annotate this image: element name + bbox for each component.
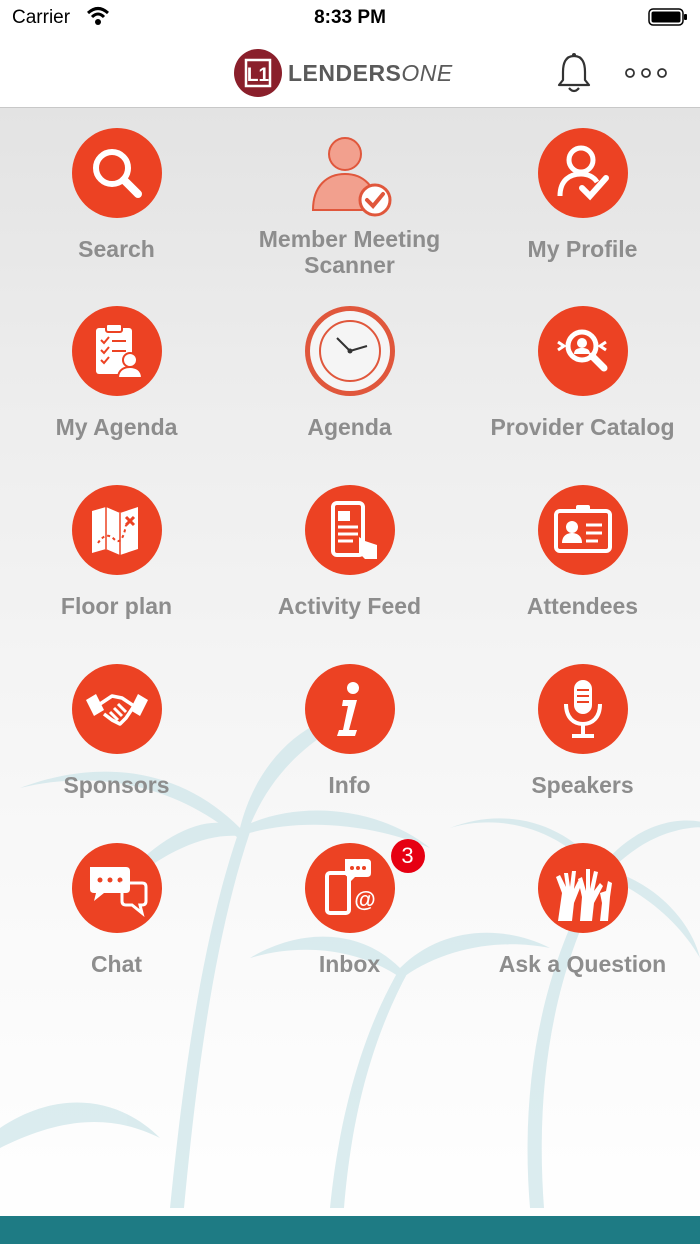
handshake-icon	[85, 694, 148, 726]
clipboard-icon	[95, 323, 143, 379]
magnifier-icon	[92, 149, 142, 198]
lendersone-logo: L1 LENDERSONE	[234, 48, 453, 98]
tile-label: Ask a Question	[498, 951, 667, 977]
tile-member-meeting-scanner[interactable]: Member Meeting Scanner	[233, 108, 466, 278]
tile-provider-catalog[interactable]: Provider Catalog	[466, 286, 699, 456]
badge-id-icon	[553, 505, 612, 553]
tile-label: Sponsors	[63, 772, 170, 798]
map-icon	[91, 507, 138, 555]
profile-icon	[557, 145, 609, 201]
logo-mark: L1	[234, 49, 282, 97]
logo-l1-icon: L1	[244, 58, 272, 88]
tile-my-agenda[interactable]: My Agenda	[0, 286, 233, 456]
catalog-search-icon	[556, 329, 607, 372]
tile-search[interactable]: Search	[0, 108, 233, 278]
profile-circle	[537, 128, 628, 218]
home-grid: Search Member Meeting Scanner My Profile	[0, 108, 700, 1244]
tile-label: Agenda	[307, 414, 392, 440]
chat-circle	[71, 843, 162, 933]
speakers-circle	[537, 664, 628, 754]
attendees-circle	[537, 485, 628, 575]
tile-speakers[interactable]: Speakers	[466, 644, 699, 814]
tile-label: Speakers	[531, 772, 634, 798]
scanner-figure	[305, 128, 395, 218]
status-bar: Carrier 8:33 PM	[0, 0, 700, 40]
agenda-circle	[304, 306, 395, 396]
tile-label: Activity Feed	[277, 593, 422, 619]
more-options-icon[interactable]	[622, 62, 670, 84]
inbox-unread-badge: 3	[390, 839, 425, 873]
tile-label: Info	[328, 772, 371, 798]
tile-my-profile[interactable]: My Profile	[466, 108, 699, 278]
tile-inbox[interactable]: @ 3 Inbox	[233, 823, 466, 993]
floor-plan-circle	[71, 485, 162, 575]
scanner-label: Member Meeting Scanner	[258, 226, 441, 278]
info-icon	[336, 682, 359, 736]
tile-info[interactable]: Info	[233, 644, 466, 814]
tile-label: Floor plan	[60, 593, 173, 619]
sponsors-circle	[71, 664, 162, 754]
tile-chat[interactable]: Chat	[0, 823, 233, 993]
person-check-icon	[311, 137, 391, 217]
chat-bubbles-icon	[89, 867, 147, 917]
inbox-phone-icon: @	[324, 859, 375, 915]
bell-icon[interactable]	[554, 52, 594, 96]
provider-catalog-circle	[537, 306, 628, 396]
tile-ask-a-question[interactable]: Ask a Question	[466, 823, 699, 993]
tile-activity-feed[interactable]: Activity Feed	[233, 465, 466, 635]
tile-label: Member Meeting Scanner	[245, 226, 455, 278]
logo-text: LENDERSONE	[288, 60, 453, 87]
tile-floor-plan[interactable]: Floor plan	[0, 465, 233, 635]
raised-hands-icon	[555, 869, 612, 921]
tile-attendees[interactable]: Attendees	[466, 465, 699, 635]
microphone-icon	[563, 680, 602, 738]
my-agenda-circle	[71, 306, 162, 396]
clock-time: 8:33 PM	[314, 7, 386, 28]
inbox-circle: @ 3	[304, 839, 425, 933]
tile-label: Provider Catalog	[490, 414, 675, 440]
phone-feed-icon	[330, 501, 377, 559]
logo-mark-text: L1	[247, 65, 270, 86]
info-circle	[304, 664, 395, 754]
svg-text:@: @	[354, 887, 375, 912]
activity-feed-circle	[304, 485, 395, 575]
ask-question-circle	[537, 843, 628, 933]
clock-icon	[318, 320, 381, 382]
tile-agenda[interactable]: Agenda	[233, 286, 466, 456]
logo-text-accent: ONE	[401, 59, 453, 86]
tile-label: My Agenda	[55, 414, 178, 440]
tile-label: Attendees	[526, 593, 639, 619]
logo-text-main: LENDERS	[288, 59, 402, 86]
tile-label: My Profile	[527, 236, 638, 262]
tile-sponsors[interactable]: Sponsors	[0, 644, 233, 814]
sea-strip	[0, 1216, 700, 1244]
tile-label: Inbox	[318, 951, 381, 977]
tile-label: Search	[78, 236, 155, 262]
tile-label: Chat	[90, 951, 143, 977]
search-circle	[71, 128, 162, 218]
nav-bar: L1 LENDERSONE	[0, 40, 700, 108]
battery-icon	[648, 8, 687, 26]
